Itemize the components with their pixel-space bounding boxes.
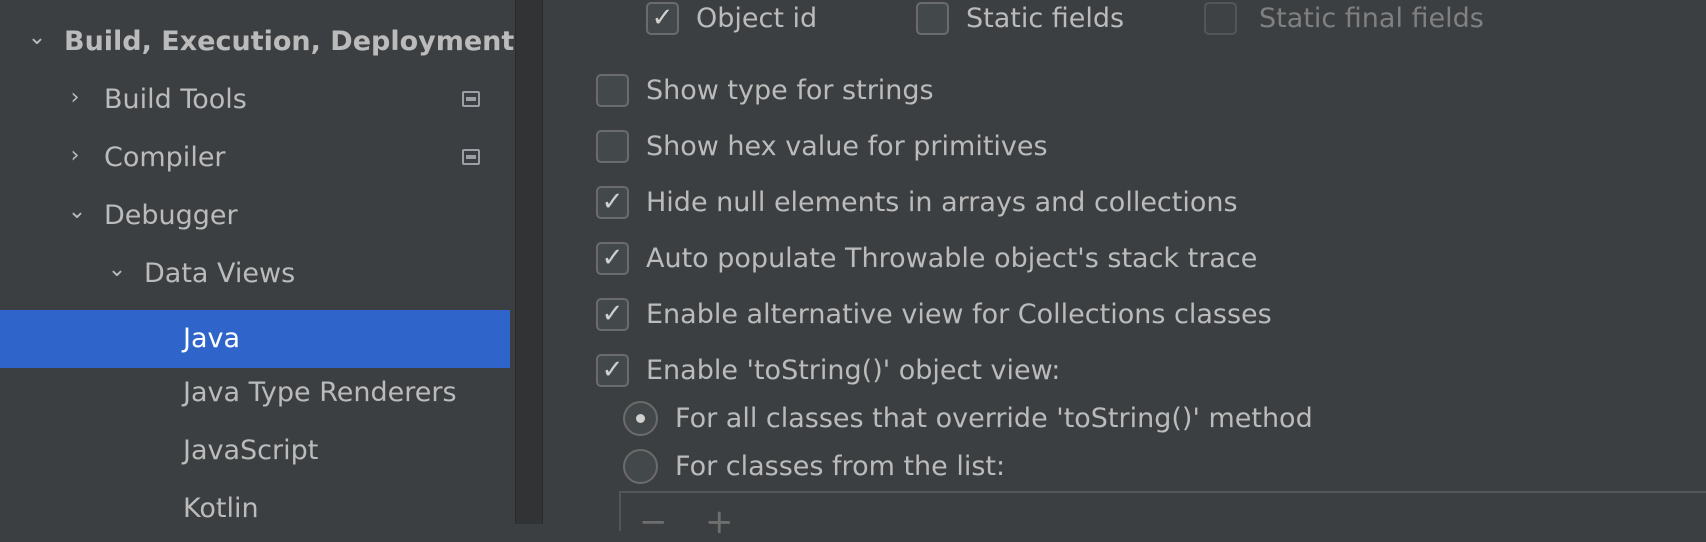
tree-item-data-views[interactable]: ⌄ Data Views — [0, 245, 510, 303]
tree-item-kotlin[interactable]: Kotlin — [0, 480, 510, 538]
checkbox-box[interactable]: ✓ — [646, 2, 679, 35]
panel-splitter[interactable] — [515, 0, 543, 524]
tree-item-build-execution-deployment[interactable]: ⌄ Build, Execution, Deployment — [0, 13, 515, 71]
tree-item-label: Java Type Renderers — [183, 377, 457, 408]
checkbox-box[interactable]: ✓ — [596, 242, 629, 275]
tree-item-build-tools[interactable]: › Build Tools — [0, 71, 510, 129]
checkbox-label: Show type for strings — [646, 75, 934, 106]
project-settings-icon — [462, 91, 480, 107]
chevron-down-icon[interactable]: ⌄ — [26, 27, 48, 49]
class-list-panel: − + — [619, 491, 1706, 539]
checkbox-box[interactable]: ✓ — [596, 298, 629, 331]
tree-item-label: Build Tools — [104, 84, 247, 115]
tree-item-debugger[interactable]: ⌄ Debugger — [0, 187, 510, 245]
tree-item-label: JavaScript — [183, 435, 319, 466]
checkbox-box[interactable] — [596, 130, 629, 163]
chevron-right-icon[interactable]: › — [64, 145, 86, 167]
tree-item-compiler[interactable]: › Compiler — [0, 129, 510, 187]
java-data-views-settings: ✓ Object id Static fields Static final f… — [543, 0, 1706, 539]
checkbox-label: Object id — [696, 3, 818, 34]
tree-item-label: Java — [183, 323, 241, 354]
checkbox-box[interactable]: ✓ — [596, 186, 629, 219]
tree-item-label: Build, Execution, Deployment — [64, 26, 515, 57]
settings-tree: ⌄ Build, Execution, Deployment › Build T… — [0, 0, 515, 524]
tree-item-label: Kotlin — [183, 493, 259, 524]
checkbox-label: Auto populate Throwable object's stack t… — [646, 243, 1258, 274]
tree-item-label: Data Views — [144, 258, 296, 289]
project-settings-icon — [462, 149, 480, 165]
tree-item-java[interactable]: Java — [0, 310, 510, 368]
tree-item-label: Debugger — [104, 200, 238, 231]
radio-button[interactable] — [623, 449, 658, 484]
checkbox-label: Static final fields — [1259, 3, 1484, 34]
radio-label: For all classes that override 'toString(… — [675, 403, 1313, 434]
checkbox-box[interactable] — [1204, 2, 1237, 35]
checkbox-label: Static fields — [966, 3, 1125, 34]
tree-item-java-type-renderers[interactable]: Java Type Renderers — [0, 364, 510, 422]
checkbox-label: Show hex value for primitives — [646, 131, 1048, 162]
radio-label: For classes from the list: — [675, 451, 1006, 482]
add-icon[interactable]: + — [705, 505, 734, 539]
chevron-down-icon[interactable]: ⌄ — [106, 259, 128, 281]
chevron-right-icon[interactable]: › — [64, 87, 86, 109]
remove-icon[interactable]: − — [639, 505, 668, 539]
checkbox-box[interactable]: ✓ — [596, 354, 629, 387]
radio-button[interactable] — [623, 401, 658, 436]
checkbox-box[interactable] — [916, 2, 949, 35]
chevron-down-icon[interactable]: ⌄ — [66, 201, 88, 223]
checkbox-label: Enable alternative view for Collections … — [646, 299, 1272, 330]
checkbox-label: Enable 'toString()' object view: — [646, 355, 1061, 386]
checkbox-label: Hide null elements in arrays and collect… — [646, 187, 1238, 218]
tree-item-label: Compiler — [104, 142, 226, 173]
checkbox-box[interactable] — [596, 74, 629, 107]
tree-item-javascript[interactable]: JavaScript — [0, 422, 510, 480]
